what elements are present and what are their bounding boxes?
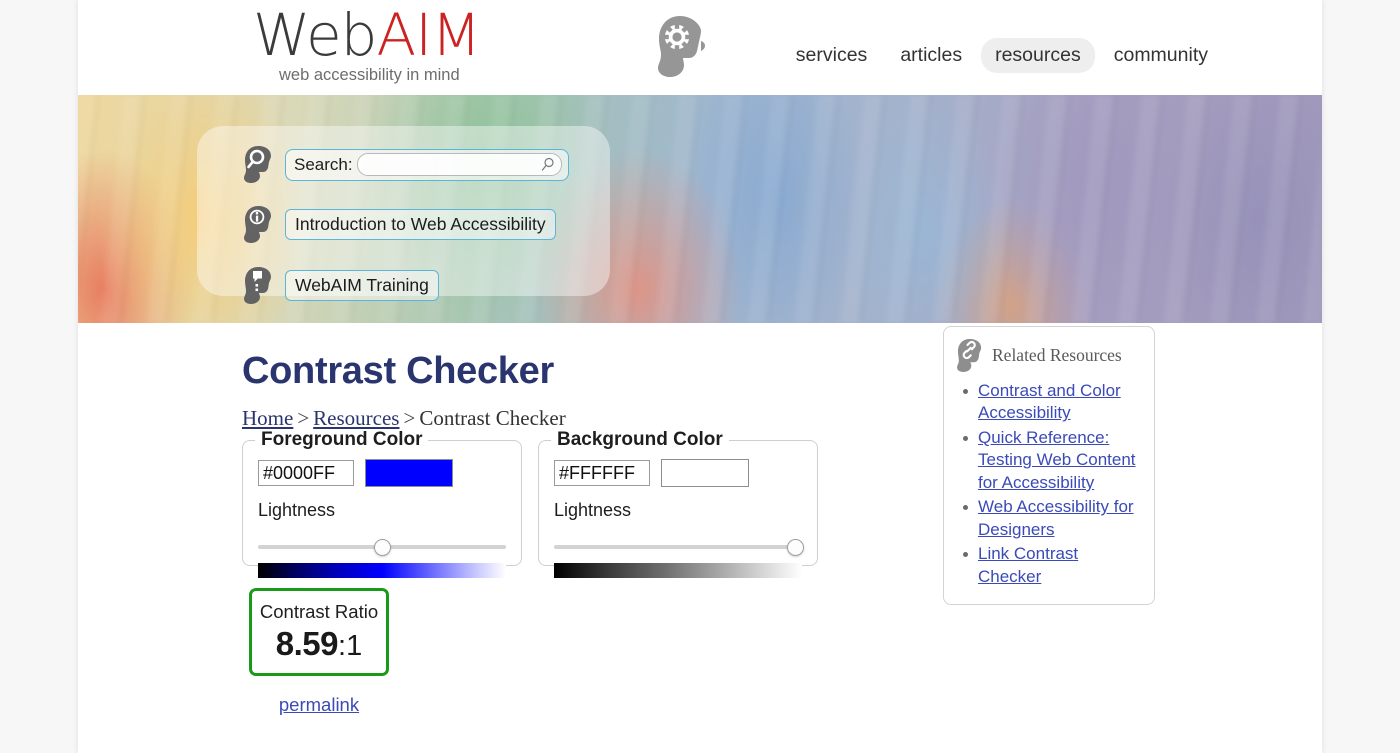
- search-label: Search:: [294, 154, 353, 174]
- breadcrumb-separator-2: >: [403, 406, 416, 430]
- nav-item-community[interactable]: community: [1100, 38, 1222, 73]
- foreground-legend: Foreground Color: [255, 429, 429, 451]
- background-lightness-slider[interactable]: [554, 539, 804, 556]
- main-content: Contrast Checker Home > Resources > Contrast…: [78, 323, 1322, 753]
- head-training-icon: [244, 267, 273, 304]
- webaim-logo[interactable]: WebAIM web accessibility in mind: [253, 1, 705, 89]
- slider-thumb[interactable]: [374, 539, 391, 556]
- hero-link-training[interactable]: WebAIM Training: [285, 270, 439, 301]
- related-link-link-contrast[interactable]: Link Contrast Checker: [978, 544, 1078, 585]
- breadcrumb-separator-1: >: [297, 406, 310, 430]
- background-hex-row: #FFFFFF: [554, 459, 802, 487]
- list-item: Quick Reference: Testing Web Content for…: [957, 427, 1141, 494]
- contrast-ratio-box: Contrast Ratio 8.59:1: [249, 588, 389, 676]
- related-link-designers[interactable]: Web Accessibility for Designers: [978, 497, 1134, 538]
- contrast-ratio-label: Contrast Ratio: [259, 601, 379, 622]
- nav-item-services[interactable]: services: [782, 38, 882, 73]
- nav-item-articles[interactable]: articles: [886, 38, 976, 73]
- color-controls: Foreground Color #0000FF Lightness Backg…: [242, 429, 818, 578]
- foreground-lightness-label: Lightness: [258, 500, 336, 520]
- list-item: Contrast and Color Accessibility: [957, 380, 1141, 425]
- main-navigation: services articles resources community: [782, 38, 1222, 73]
- search-input[interactable]: [356, 153, 562, 176]
- page-container: WebAIM web accessibility in mind service…: [78, 0, 1322, 753]
- foreground-hex-row: #0000FF: [258, 459, 506, 487]
- breadcrumb-resources[interactable]: Resources: [313, 406, 399, 430]
- search-box[interactable]: Search:: [285, 148, 569, 181]
- logo-text-aim: AIM: [376, 1, 481, 69]
- logo-text-web: Web: [253, 1, 377, 69]
- contrast-ratio-value: 8.59:1: [252, 627, 386, 661]
- nav-item-resources[interactable]: resources: [981, 38, 1095, 73]
- breadcrumb: Home > Resources > Contrast Checker: [242, 406, 566, 431]
- background-legend: Background Color: [551, 429, 729, 451]
- site-header: WebAIM web accessibility in mind service…: [78, 0, 1322, 95]
- head-search-icon: [244, 146, 273, 183]
- hero-link-intro[interactable]: Introduction to Web Accessibility: [285, 209, 556, 240]
- contrast-ratio-suffix: :1: [338, 630, 363, 663]
- background-hex-input[interactable]: #FFFFFF: [554, 460, 650, 486]
- list-item: Link Contrast Checker: [957, 543, 1141, 588]
- hero-training-row: WebAIM Training: [244, 267, 439, 304]
- breadcrumb-home[interactable]: Home: [242, 406, 293, 430]
- head-gear-icon: [656, 15, 705, 78]
- hero-search-row: Search:: [244, 146, 569, 183]
- background-gradient-bar: [554, 563, 802, 578]
- related-resources-title: Related Resources: [992, 345, 1122, 365]
- head-info-icon: [244, 206, 273, 243]
- background-lightness-label: Lightness: [554, 500, 632, 520]
- head-link-icon: [957, 339, 983, 372]
- background-color-card: Background Color #FFFFFF Lightness: [538, 429, 818, 578]
- related-link-quick-reference[interactable]: Quick Reference: Testing Web Content for…: [978, 428, 1136, 492]
- magnifier-icon: [541, 157, 554, 172]
- logo-tagline: web accessibility in mind: [279, 66, 460, 84]
- foreground-lightness-slider[interactable]: [258, 539, 506, 556]
- foreground-color-card: Foreground Color #0000FF Lightness: [242, 429, 522, 578]
- list-item: Web Accessibility for Designers: [957, 496, 1141, 541]
- slider-thumb[interactable]: [786, 539, 804, 556]
- hero-banner: Search: Introduction to Web Accessibilit…: [78, 95, 1322, 323]
- breadcrumb-current: Contrast Checker: [419, 406, 566, 430]
- foreground-hex-input[interactable]: #0000FF: [258, 460, 354, 486]
- page-title: Contrast Checker: [242, 350, 554, 392]
- related-resources-panel: Related Resources Contrast and Color Acc…: [943, 326, 1155, 606]
- related-resources-list: Contrast and Color Accessibility Quick R…: [957, 380, 1141, 588]
- hero-panel: Search: Introduction to Web Accessibilit…: [197, 126, 610, 304]
- foreground-color-swatch[interactable]: [365, 459, 453, 487]
- foreground-gradient-bar: [258, 563, 506, 578]
- related-link-contrast-color[interactable]: Contrast and Color Accessibility: [978, 381, 1121, 422]
- permalink-link[interactable]: permalink: [249, 694, 389, 716]
- contrast-ratio-number: 8.59: [275, 625, 339, 663]
- background-color-swatch[interactable]: [661, 459, 749, 487]
- contrast-result: Contrast Ratio 8.59:1 permalink: [249, 588, 389, 716]
- related-resources-header: Related Resources: [957, 339, 1141, 372]
- slider-track: [554, 545, 802, 549]
- hero-intro-row: Introduction to Web Accessibility: [244, 206, 556, 243]
